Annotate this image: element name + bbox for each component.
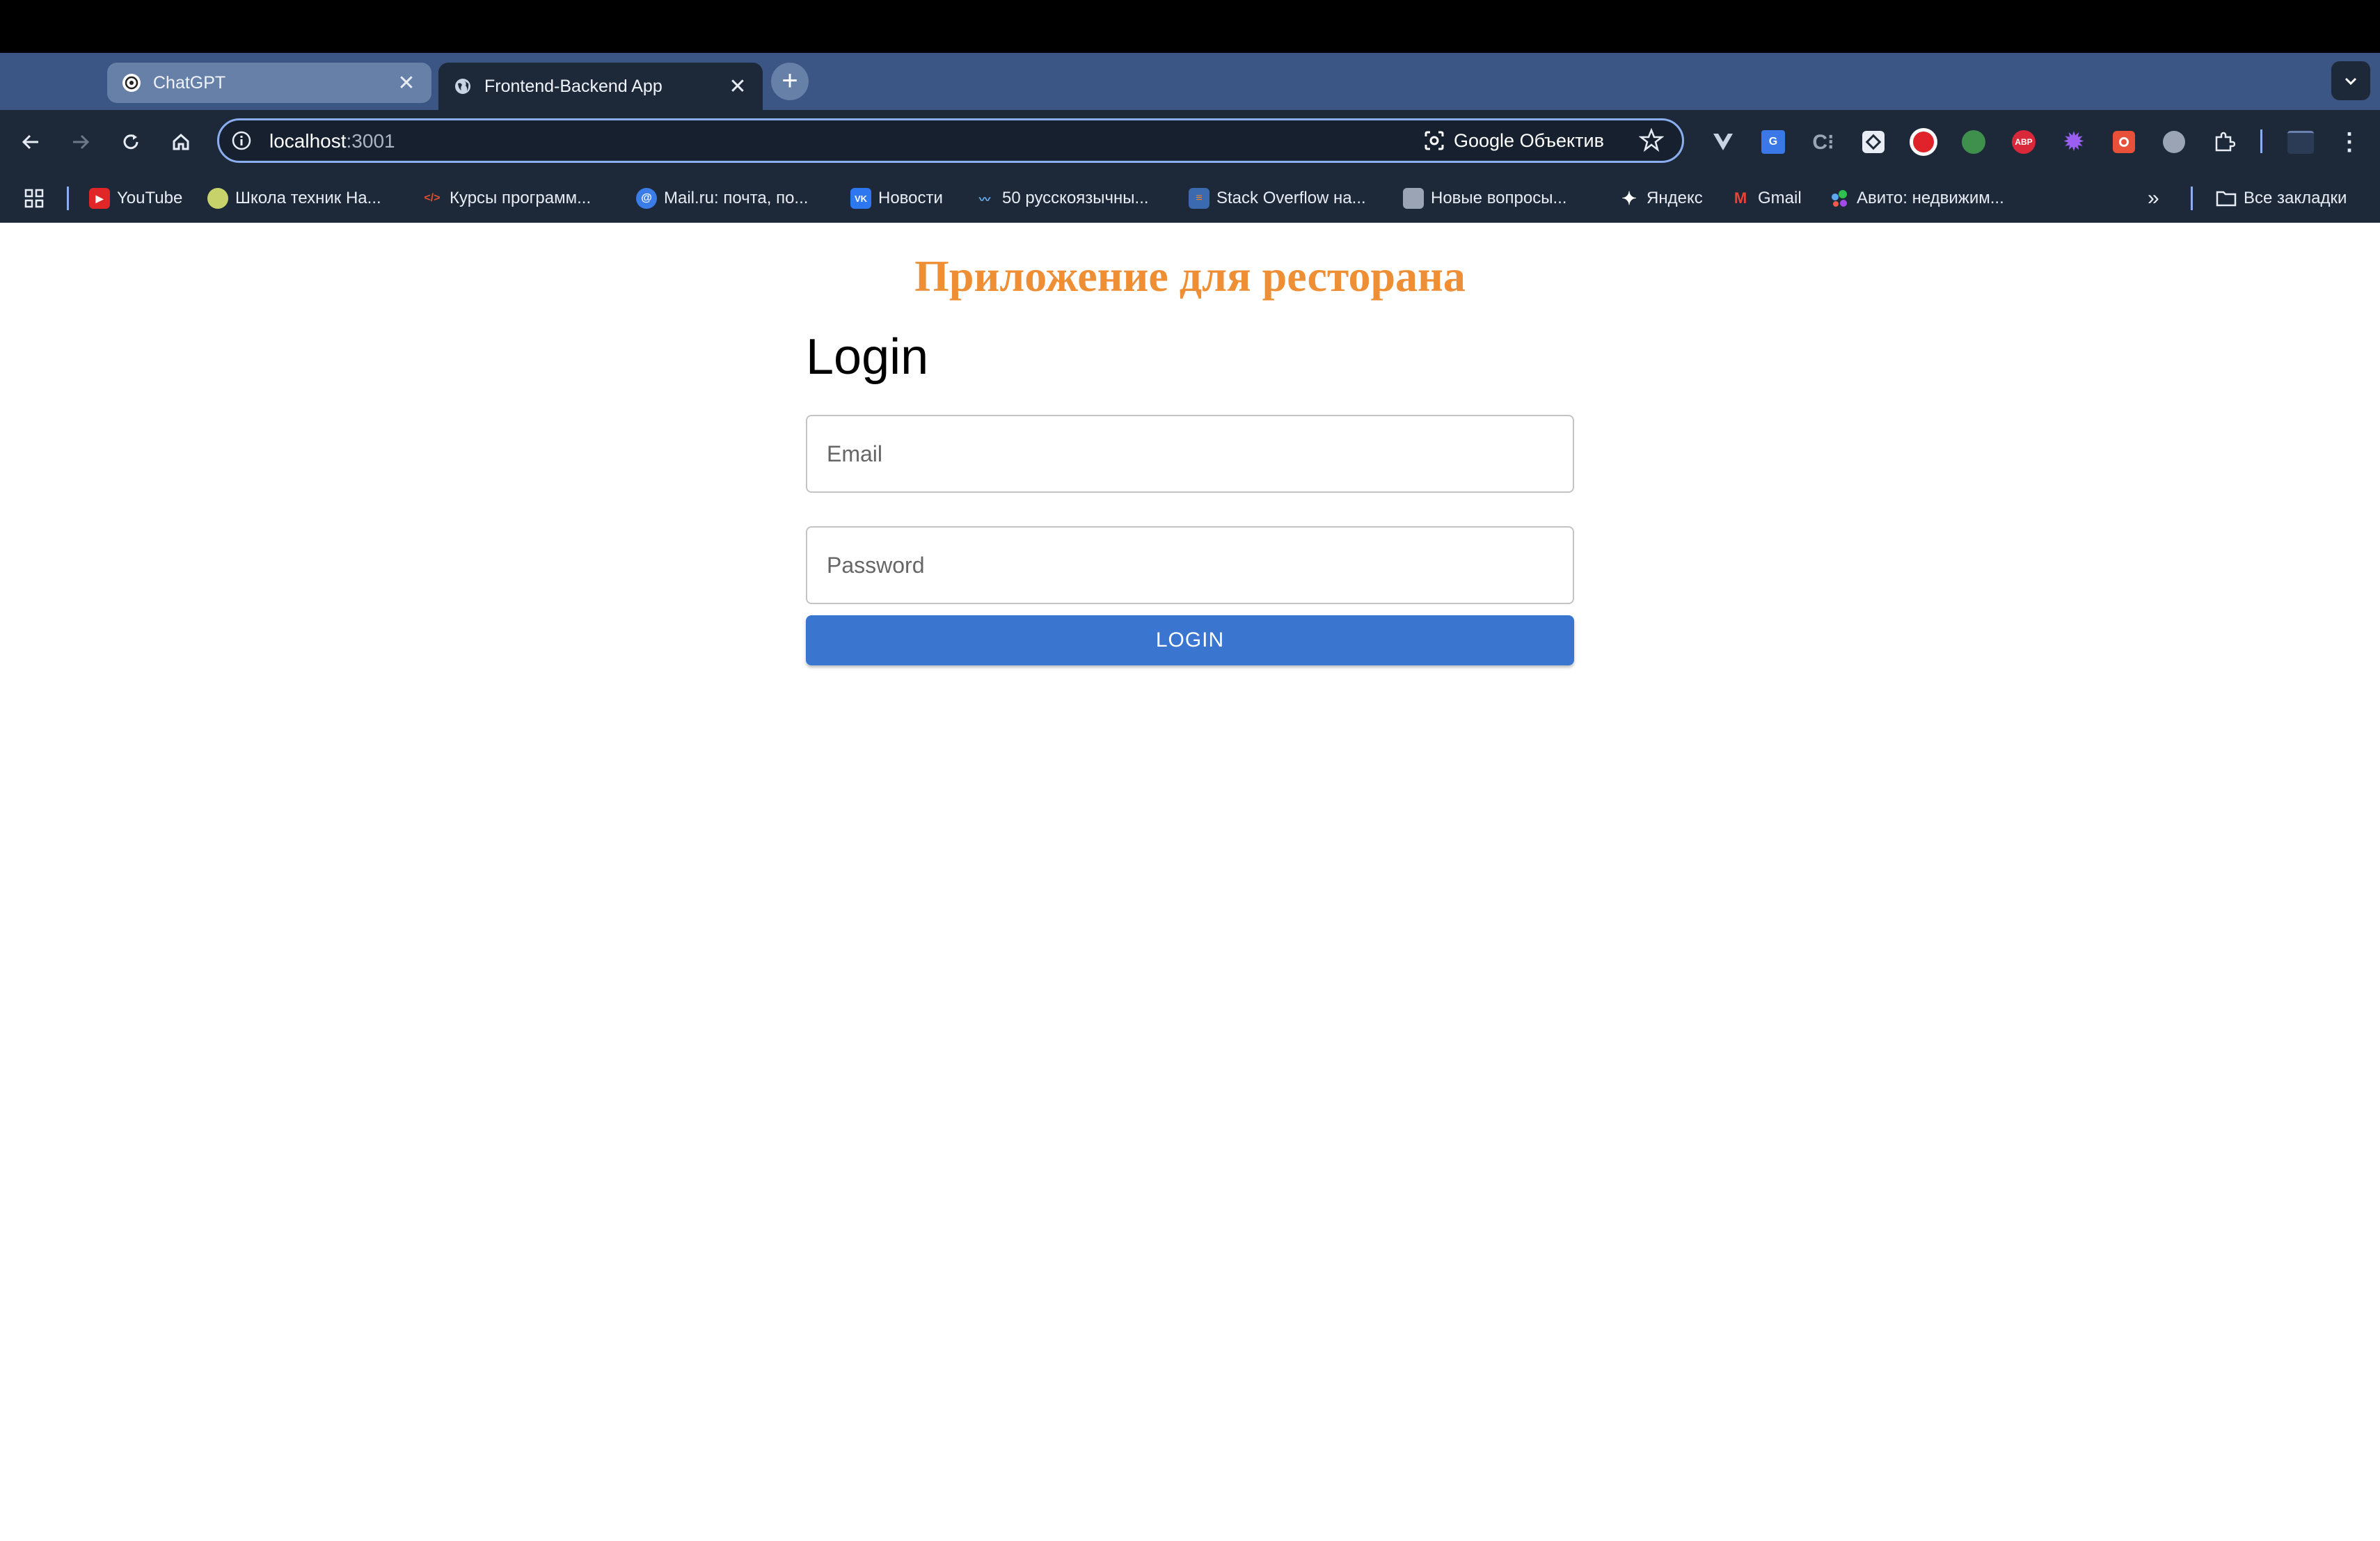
bookmark-gmail[interactable]: M Gmail bbox=[1730, 187, 1802, 210]
bookmark-label: YouTube bbox=[117, 189, 183, 207]
chevron-down-icon bbox=[2345, 77, 2357, 86]
forward-button[interactable] bbox=[65, 127, 96, 157]
login-button[interactable]: LOGIN bbox=[806, 615, 1574, 665]
bookmarks-divider bbox=[67, 187, 69, 210]
bookmark-label: Gmail bbox=[1758, 189, 1802, 207]
password-field[interactable] bbox=[806, 526, 1574, 604]
arrow-right-icon bbox=[73, 134, 90, 150]
bookmark-label: Авито: недвижим... bbox=[1857, 189, 2004, 207]
address-bar[interactable]: localhost:3001 Google Объектив bbox=[217, 118, 1684, 163]
globe-extension-icon[interactable] bbox=[2160, 128, 2188, 156]
page-heading: Приложение для ресторана bbox=[914, 251, 1466, 301]
more-bookmarks-button[interactable]: » bbox=[2148, 187, 2159, 210]
bookmark-50-russian[interactable]: 〰 50 русскоязычны... bbox=[974, 187, 1149, 210]
chevrons-right-icon: » bbox=[2148, 187, 2159, 210]
bookmark-youtube[interactable]: ▶ YouTube bbox=[89, 187, 182, 210]
profile-avatar[interactable] bbox=[2287, 128, 2315, 156]
cube-extension-icon[interactable] bbox=[1859, 128, 1887, 156]
close-icon[interactable]: ✕ bbox=[394, 71, 419, 95]
chatgpt-icon bbox=[121, 72, 142, 93]
login-title: Login bbox=[806, 329, 929, 385]
arrow-left-icon bbox=[22, 134, 38, 150]
tab-strip: ChatGPT ✕ Frontend-Backend App ✕ bbox=[0, 53, 2380, 110]
close-icon[interactable]: ✕ bbox=[725, 74, 750, 99]
tab-search-button[interactable] bbox=[2331, 61, 2370, 100]
email-field[interactable] bbox=[806, 415, 1574, 493]
tab-chatgpt[interactable]: ChatGPT ✕ bbox=[107, 63, 431, 103]
lens-label: Google Объектив bbox=[1454, 129, 1604, 151]
vue-devtools-icon[interactable] bbox=[1709, 128, 1737, 156]
bookmark-label: Новые вопросы... bbox=[1431, 189, 1567, 207]
star-icon[interactable] bbox=[1639, 127, 1664, 152]
avito-icon bbox=[1829, 188, 1850, 209]
bookmark-label: Mail.ru: почта, по... bbox=[664, 189, 809, 207]
android-extension-icon[interactable] bbox=[1960, 128, 1988, 156]
bookmark-school[interactable]: Школа техник На... bbox=[207, 187, 381, 210]
bookmark-label: 50 русскоязычны... bbox=[1002, 189, 1149, 207]
menu-dots-icon[interactable]: ⋮ bbox=[2335, 128, 2363, 156]
bookmarks-divider bbox=[2191, 187, 2193, 210]
reload-button[interactable] bbox=[116, 127, 146, 157]
wave-icon: 〰 bbox=[978, 194, 990, 206]
home-button[interactable] bbox=[166, 127, 196, 157]
all-bookmarks-button[interactable]: Все закладки bbox=[2216, 187, 2347, 210]
lens-icon bbox=[1425, 131, 1444, 150]
bookmark-label: Stack Overflow на... bbox=[1216, 189, 1366, 207]
window-top-bar bbox=[0, 0, 2380, 53]
bookmark-new-questions[interactable]: Новые вопросы... bbox=[1403, 187, 1566, 210]
tab-title: ChatGPT bbox=[153, 72, 226, 93]
bookmark-label: Курсы программ... bbox=[450, 189, 592, 207]
bookmark-label: Новости bbox=[878, 189, 943, 207]
new-tab-button[interactable]: + bbox=[771, 63, 809, 100]
url-port: :3001 bbox=[346, 130, 395, 152]
browser-toolbar: localhost:3001 Google Объектив G C⁝ ABP … bbox=[0, 110, 2380, 174]
yandex-star-icon: ✦ bbox=[1621, 187, 1637, 209]
password-input[interactable] bbox=[807, 528, 1573, 603]
tab-title: Frontend-Backend App bbox=[484, 76, 663, 96]
bookmark-yandex[interactable]: ✦ Яндекс bbox=[1619, 187, 1703, 210]
gear-extension-icon[interactable]: ✹ bbox=[2060, 128, 2088, 156]
code-icon: </> bbox=[424, 192, 441, 204]
folder-icon bbox=[2216, 188, 2237, 209]
abp-icon[interactable]: ABP bbox=[2010, 128, 2038, 156]
apps-grid-icon bbox=[24, 189, 44, 208]
bookmark-label: Яндекс bbox=[1647, 189, 1703, 207]
red-square-extension-icon[interactable] bbox=[2110, 128, 2138, 156]
school-icon bbox=[207, 188, 228, 209]
url-host: localhost bbox=[269, 130, 347, 152]
stackoverflow-icon: ≡ bbox=[1189, 188, 1209, 209]
globe-icon bbox=[452, 76, 473, 97]
puzzle-icon[interactable] bbox=[2210, 128, 2238, 156]
bookmark-stackoverflow[interactable]: ≡ Stack Overflow на... bbox=[1189, 187, 1366, 210]
home-icon bbox=[173, 133, 189, 150]
url-text[interactable]: localhost:3001 bbox=[269, 130, 395, 152]
tab-frontend-backend-app[interactable]: Frontend-Backend App ✕ bbox=[438, 63, 763, 110]
toolbar-divider bbox=[2260, 129, 2262, 153]
bookmarks-bar: ▶ YouTube Школа техник На... </> Курсы про… bbox=[0, 174, 2380, 223]
css-extension-icon[interactable]: C⁝ bbox=[1809, 128, 1837, 156]
reload-icon bbox=[123, 134, 138, 150]
bookmark-avito[interactable]: Авито: недвижим... bbox=[1829, 187, 2004, 210]
chat-icon bbox=[1403, 188, 1424, 209]
back-button[interactable] bbox=[15, 127, 46, 157]
adblock-hand-icon[interactable] bbox=[1910, 128, 1937, 156]
youtube-icon: ▶ bbox=[89, 188, 110, 209]
gmail-icon: M bbox=[1734, 189, 1747, 207]
google-lens-button[interactable]: Google Объектив bbox=[1423, 125, 1604, 157]
all-bookmarks-label: Все закладки bbox=[2244, 189, 2347, 207]
bookmark-news[interactable]: VK Новости bbox=[850, 187, 943, 210]
site-info-icon[interactable] bbox=[230, 129, 253, 152]
mail-ru-icon: @ bbox=[636, 188, 657, 209]
apps-button[interactable] bbox=[24, 187, 45, 210]
email-input[interactable] bbox=[807, 416, 1573, 491]
bookmark-mail-ru[interactable]: @ Mail.ru: почта, по... bbox=[636, 187, 808, 210]
vk-icon: VK bbox=[850, 188, 871, 209]
bookmark-courses[interactable]: </> Курсы программ... bbox=[422, 187, 591, 210]
bookmark-label: Школа техник На... bbox=[235, 189, 381, 207]
translate-icon[interactable]: G bbox=[1759, 128, 1787, 156]
